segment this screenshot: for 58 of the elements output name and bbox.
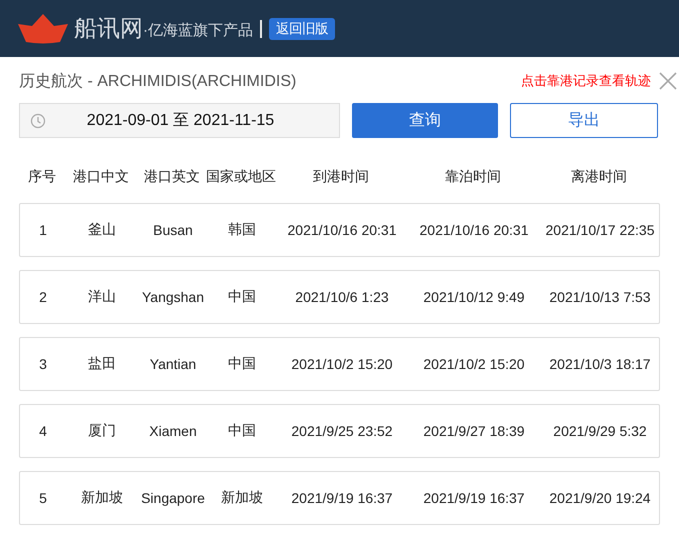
site-tagline: ·亿海蓝旗下产品 — [143, 21, 253, 40]
table-cell: 2021/10/16 20:31 — [420, 222, 528, 238]
table-cell: 厦门 — [88, 422, 116, 440]
table-cell: 2021/10/2 15:20 — [291, 356, 393, 372]
table-cell: Singapore — [141, 490, 205, 506]
column-header: 序号 — [28, 168, 56, 186]
table-cell: 中国 — [228, 422, 256, 440]
table-cell: 2021/9/19 16:37 — [291, 490, 393, 506]
table-cell: 2021/9/19 16:37 — [423, 490, 525, 506]
table-cell: Xiamen — [149, 423, 197, 439]
port-call-row[interactable]: 1 釜山 Busan 韩国 2021/10/16 20:31 2021/10/16 20:31 2021/10/17 22:35 — [19, 203, 660, 257]
port-call-row[interactable]: 3 盐田 Yantian 中国 2021/10/2 15:20 2021/10/2 15:20 2021/10/3 18:17 — [19, 337, 660, 391]
table-cell: 2 — [39, 289, 47, 305]
date-range-field[interactable]: 2021-09-01 至 2021-11-15 — [19, 103, 340, 138]
close-icon[interactable] — [659, 72, 677, 90]
table-cell: 2021/10/12 9:49 — [423, 289, 525, 305]
boat-logo-icon — [18, 14, 68, 44]
site-name: 船讯网 — [74, 14, 143, 43]
table-cell: 2021/10/2 15:20 — [423, 356, 525, 372]
table-cell: 洋山 — [88, 288, 116, 306]
table-cell: 4 — [39, 423, 47, 439]
table-cell: 2021/9/25 23:52 — [291, 423, 393, 439]
query-button[interactable]: 查询 — [352, 103, 498, 138]
column-header: 到港时间 — [313, 168, 369, 186]
port-call-row[interactable]: 2 洋山 Yangshan 中国 2021/10/6 1:23 2021/10/12 9:49 2021/10/13 7:53 — [19, 270, 660, 324]
table-cell: 2021/9/27 18:39 — [423, 423, 525, 439]
table-cell: 中国 — [228, 355, 256, 373]
port-call-row[interactable]: 4 厦门 Xiamen 中国 2021/9/25 23:52 2021/9/27 18:39 2021/9/29 5:32 — [19, 404, 660, 458]
table-cell: 2021/9/29 5:32 — [553, 423, 647, 439]
table-cell: 2021/10/3 18:17 — [549, 356, 651, 372]
table-cell: 中国 — [228, 288, 256, 306]
column-header: 港口英文 — [144, 168, 200, 186]
table-cell: 2021/10/6 1:23 — [295, 289, 389, 305]
column-header: 国家或地区 — [206, 168, 276, 186]
column-header: 靠泊时间 — [445, 168, 501, 186]
table-cell: 2021/10/13 7:53 — [549, 289, 651, 305]
column-header: 港口中文 — [73, 168, 129, 186]
export-button[interactable]: 导出 — [510, 103, 658, 138]
table-cell: 3 — [39, 356, 47, 372]
table-cell: 2021/9/20 19:24 — [549, 490, 651, 506]
table-cell: 韩国 — [228, 221, 256, 239]
table-cell: 2021/10/17 22:35 — [546, 222, 654, 238]
table-cell: 新加坡 — [81, 489, 123, 507]
table-cell: Yangshan — [142, 289, 204, 305]
table-cell: 1 — [39, 222, 47, 238]
clock-icon — [30, 112, 46, 128]
table-cell: 釜山 — [88, 221, 116, 239]
table-cell: 盐田 — [88, 355, 116, 373]
table-cell: Busan — [153, 222, 193, 238]
hint-text: 点击靠港记录查看轨迹 — [521, 72, 651, 90]
port-call-row[interactable]: 5 新加坡 Singapore 新加坡 2021/9/19 16:37 2021/9/19 16:37 2021/9/20 19:24 — [19, 471, 660, 525]
table-cell: 新加坡 — [221, 489, 263, 507]
table-cell: Yantian — [150, 356, 196, 372]
panel-title: 历史航次 - ARCHIMIDIS(ARCHIMIDIS) — [19, 72, 296, 92]
table-cell: 2021/10/16 20:31 — [288, 222, 396, 238]
column-header: 离港时间 — [571, 168, 627, 186]
table-cell: 5 — [39, 490, 47, 506]
old-version-button[interactable]: 返回旧版 — [269, 18, 335, 40]
